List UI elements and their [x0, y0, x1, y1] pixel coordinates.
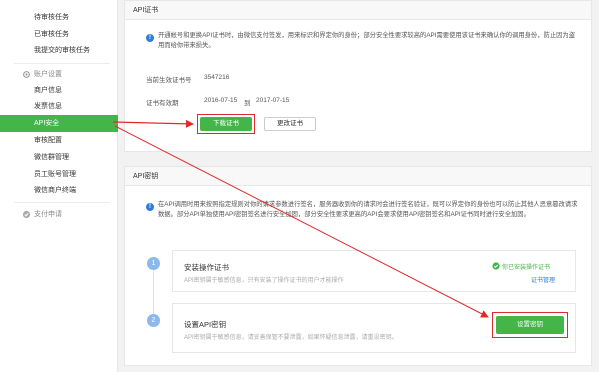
- change-cert-button[interactable]: 更改证书: [264, 117, 316, 131]
- step-title: 设置API密钥: [184, 320, 227, 329]
- sidebar-item-pending-tasks[interactable]: 待审核任务: [0, 9, 118, 26]
- serial-label: 当前生效证书号: [146, 77, 192, 84]
- api-cert-panel-title: API证书: [125, 1, 591, 20]
- api-cert-notice: 开通帐号和更换API证书时，由微信支付签发，用来标识和界定你的身份；部分安全性要…: [158, 32, 576, 49]
- sidebar-divider: [14, 63, 110, 64]
- validity-to-word: 到: [244, 100, 251, 107]
- step-desc: API密钥属于敏感信息，请妥善保管不要泄露，如果怀疑信息泄露，请重设密钥。: [184, 335, 398, 341]
- api-key-panel-title: API密钥: [125, 167, 591, 186]
- sidebar-item-review-config[interactable]: 审核配置: [0, 132, 118, 149]
- validity-to: 2017-07-15: [256, 97, 290, 104]
- installed-cert-status: 你已安装操作证书: [502, 265, 551, 271]
- validity-from: 2016-07-15: [204, 97, 238, 104]
- sidebar-item-wechat-group-manage[interactable]: 微信群管理: [0, 149, 118, 166]
- serial-value: 3547216: [204, 74, 230, 81]
- sidebar-item-reviewed-tasks[interactable]: 已审核任务: [0, 26, 118, 43]
- sidebar-group-payment-apply[interactable]: 支付申请: [0, 206, 118, 223]
- cert-manage-link[interactable]: 证书管理: [531, 275, 555, 284]
- api-cert-panel: API证书: [124, 0, 592, 152]
- check-circle-icon: [492, 262, 500, 270]
- step-number: 1: [147, 257, 160, 270]
- validity-label: 证书有效期: [146, 100, 179, 107]
- app-root: 待审核任务 已审核任务 我提交的审核任务 账户设置 商户信息 发票信息 API安…: [0, 0, 599, 372]
- sidebar-item-invoice-info[interactable]: 发票信息: [0, 98, 118, 115]
- sidebar-divider: [14, 202, 110, 203]
- sidebar: 待审核任务 已审核任务 我提交的审核任务 账户设置 商户信息 发票信息 API安…: [0, 0, 118, 372]
- sidebar-item-my-submitted-tasks[interactable]: 我提交的审核任务: [0, 42, 118, 59]
- sidebar-group-account-settings: 账户设置: [0, 66, 118, 83]
- api-key-notice: 在API调用时用来按照指定规则对你的请求参数进行签名，服务器收到你的请求时会进行…: [158, 201, 578, 218]
- sidebar-item-staff-account-manage[interactable]: 员工账号管理: [0, 166, 118, 183]
- sidebar-item-merchant-info[interactable]: 商户信息: [0, 82, 118, 99]
- info-icon: !: [146, 203, 154, 211]
- step-desc: API密钥属于敏感信息，只有安装了操作证书的用户才能操作: [184, 278, 344, 284]
- sidebar-group-label: 账户设置: [34, 71, 62, 78]
- sidebar-item-api-security[interactable]: API安全: [0, 115, 118, 132]
- info-icon: !: [146, 34, 154, 42]
- step-title: 安装操作证书: [184, 263, 229, 272]
- sidebar-item-merchant-terminal[interactable]: 微信商户终端: [0, 182, 118, 199]
- sidebar-group-label: 支付申请: [34, 211, 62, 218]
- gear-icon: [23, 71, 30, 78]
- set-key-button[interactable]: 设置密钥: [496, 316, 564, 334]
- steps-connector: [153, 264, 154, 320]
- download-cert-button[interactable]: 下载证书: [200, 117, 252, 131]
- step-number: 2: [147, 314, 160, 327]
- step-install-cert-card: [172, 250, 576, 292]
- check-circle-icon: [22, 210, 31, 219]
